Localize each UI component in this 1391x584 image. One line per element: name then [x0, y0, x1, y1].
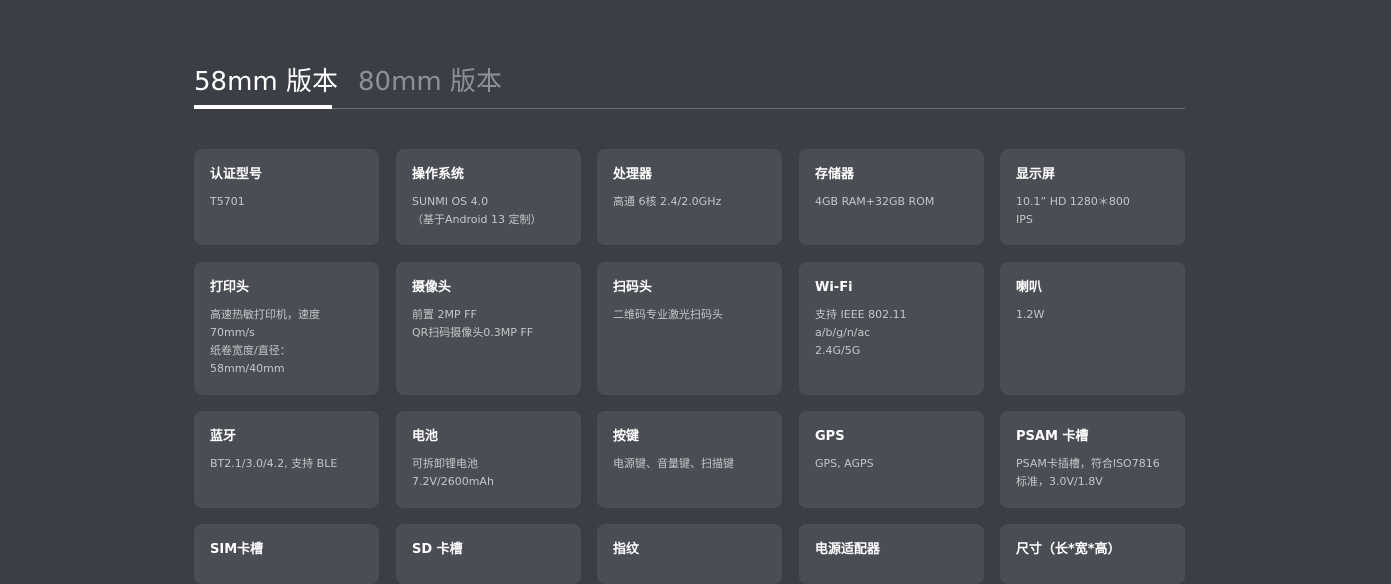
spec-title: 尺寸（长*宽*高）: [1016, 542, 1121, 557]
spec-title: 处理器: [613, 167, 653, 182]
spec-value: GPS, AGPS: [815, 457, 874, 470]
spec-title: 按键: [613, 429, 640, 444]
spec-card-camera: 摄像头前置 2MP FF QR扫码摄像头0.3MP FF: [396, 262, 581, 395]
spec-title: GPS: [815, 429, 845, 444]
spec-value: 前置 2MP FF: [412, 308, 477, 321]
spec-card-sd-slot: SD 卡槽: [396, 524, 581, 584]
spec-value: 10.1” HD 1280＊800: [1016, 195, 1130, 208]
spec-title: 喇叭: [1016, 280, 1043, 295]
spec-value: SUNMI OS 4.0: [412, 195, 489, 208]
version-tabs: 58mm 版本 80mm 版本: [194, 60, 1185, 109]
tab-58mm[interactable]: 58mm 版本: [194, 66, 338, 98]
spec-card-sim-slot: SIM卡槽: [194, 524, 379, 584]
spec-title: 操作系统: [412, 167, 465, 182]
spec-value: 70mm/s: [210, 326, 255, 339]
spec-card-fingerprint: 指纹: [597, 524, 782, 584]
spec-card-power-adapter: 电源适配器: [799, 524, 984, 584]
spec-card-print-head: 打印头高速热敏打印机，速度 70mm/s 纸卷宽度/直径： 58mm/40mm: [194, 262, 379, 395]
spec-value: PSAM卡插槽，符合ISO7816: [1016, 457, 1160, 470]
spec-value: 电源键、音量键、扫描键: [613, 457, 734, 470]
spec-value: IPS: [1016, 213, 1033, 226]
spec-title: 电源适配器: [815, 542, 881, 557]
spec-card-os: 操作系统 SUNMI OS 4.0 （基于Android 13 定制）: [396, 149, 581, 245]
spec-title: 扫码头: [613, 280, 653, 295]
spec-value: 纸卷宽度/直径：: [210, 344, 291, 357]
spec-card-battery: 电池可拆卸锂电池 7.2V/2600mAh: [396, 411, 581, 508]
spec-value: 4GB RAM+32GB ROM: [815, 195, 935, 208]
spec-value: a/b/g/n/ac: [815, 326, 871, 339]
spec-value: 二维码专业激光扫码头: [613, 308, 723, 321]
spec-title: 蓝牙: [210, 429, 237, 444]
spec-card-wifi: Wi-Fi 支持 IEEE 802.11 a/b/g/n/ac 2.4G/5G: [799, 262, 984, 395]
spec-title: 显示屏: [1016, 167, 1056, 182]
spec-title: 存储器: [815, 167, 855, 182]
spec-card-scanner: 扫码头二维码专业激光扫码头: [597, 262, 782, 395]
spec-value: 58mm/40mm: [210, 362, 285, 375]
spec-card-dimensions: 尺寸（长*宽*高）: [1000, 524, 1185, 584]
spec-card-speaker: 喇叭 1.2W: [1000, 262, 1185, 395]
spec-title: 摄像头: [412, 280, 452, 295]
spec-card-bluetooth: 蓝牙 BT2.1/3.0/4.2, 支持 BLE: [194, 411, 379, 508]
spec-value: 高速热敏打印机，速度: [210, 308, 320, 321]
spec-value: 7.2V/2600mAh: [412, 475, 494, 488]
spec-value: QR扫码摄像头0.3MP FF: [412, 326, 534, 339]
spec-value: 2.4G/5G: [815, 344, 861, 357]
spec-title: 打印头: [210, 280, 250, 295]
spec-value: BT2.1/3.0/4.2, 支持 BLE: [210, 457, 338, 470]
spec-card-gps: GPS GPS, AGPS: [799, 411, 984, 508]
spec-title: SIM卡槽: [210, 542, 264, 557]
spec-value: T5701: [210, 195, 245, 208]
spec-title: 指纹: [613, 542, 640, 557]
spec-card-certification-model: 认证型号 T5701: [194, 149, 379, 245]
spec-card-buttons: 按键电源键、音量键、扫描键: [597, 411, 782, 508]
spec-title: Wi-Fi: [815, 280, 853, 295]
spec-title: SD 卡槽: [412, 542, 463, 557]
tab-80mm[interactable]: 80mm 版本: [358, 66, 502, 98]
spec-title: 电池: [412, 429, 439, 444]
spec-card-processor: 处理器高通 6核 2.4/2.0GHz: [597, 149, 782, 245]
spec-card-display: 显示屏 10.1” HD 1280＊800 IPS: [1000, 149, 1185, 245]
spec-value: 高通 6核 2.4/2.0GHz: [613, 195, 722, 208]
spec-title: PSAM 卡槽: [1016, 429, 1089, 444]
spec-value: 标准，3.0V/1.8V: [1016, 475, 1103, 488]
spec-value: 可拆卸锂电池: [412, 457, 478, 470]
spec-value: （基于Android 13 定制）: [412, 213, 542, 226]
spec-value: 1.2W: [1016, 308, 1045, 321]
spec-card-psam-slot: PSAM 卡槽 PSAM卡插槽，符合ISO7816 标准，3.0V/1.8V: [1000, 411, 1185, 508]
spec-value: 支持 IEEE 802.11: [815, 308, 907, 321]
spec-card-storage: 存储器 4GB RAM+32GB ROM: [799, 149, 984, 245]
spec-title: 认证型号: [210, 167, 263, 182]
active-tab-indicator: [194, 105, 332, 109]
